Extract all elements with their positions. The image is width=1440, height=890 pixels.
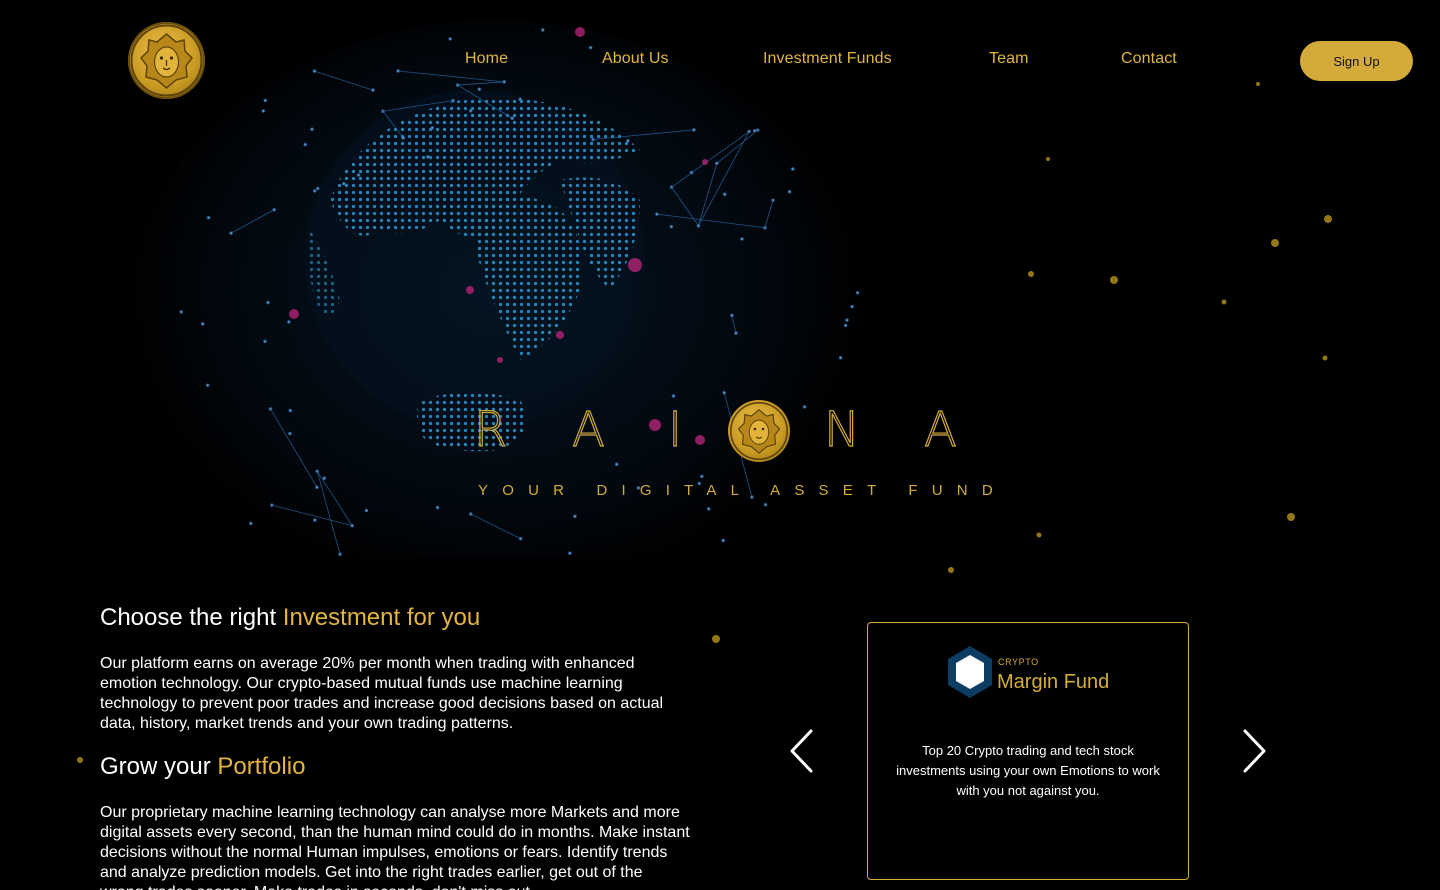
- fund-title: Margin Fund: [997, 671, 1110, 693]
- carousel-prev-button[interactable]: [787, 727, 817, 775]
- fund-description: Top 20 Crypto trading and tech stock inv…: [896, 743, 1160, 798]
- hero-tagline: YOUR DIGITAL ASSET FUND: [478, 482, 1007, 499]
- hexagon-icon: [948, 646, 992, 698]
- heading-plain: Grow your: [100, 753, 218, 780]
- section-body-portfolio: Our proprietary machine learning technol…: [100, 804, 690, 890]
- chevron-right-icon: [1243, 729, 1266, 773]
- hero-letter: N: [823, 401, 860, 458]
- lion-emblem-icon: [130, 24, 203, 97]
- nav-home[interactable]: Home: [465, 50, 508, 68]
- carousel-next-button[interactable]: [1239, 727, 1269, 775]
- hero-letter: R: [473, 401, 508, 458]
- landing-page: Home About Us Investment Funds Team Cont…: [0, 0, 1440, 890]
- section-heading-portfolio: Grow your Portfolio: [100, 753, 305, 781]
- section-heading-investment: Choose the right Investment for you: [100, 604, 480, 632]
- hero-letter: A: [923, 401, 957, 458]
- nav-contact[interactable]: Contact: [1121, 50, 1177, 68]
- hero-emblem: [728, 400, 790, 462]
- nav-team[interactable]: Team: [989, 50, 1029, 68]
- hero-wordmark: R A I N A: [470, 400, 970, 460]
- sign-up-button[interactable]: Sign Up: [1300, 41, 1413, 81]
- nav-about-us[interactable]: About Us: [602, 50, 669, 68]
- fund-card[interactable]: CRYPTO Margin Fund Top 20 Crypto trading…: [867, 622, 1189, 880]
- heading-accent: Investment for you: [282, 604, 481, 631]
- logo[interactable]: [128, 22, 205, 99]
- nav-investment-funds[interactable]: Investment Funds: [763, 50, 892, 68]
- fund-kicker: CRYPTO: [998, 657, 1039, 667]
- heading-accent: Portfolio: [217, 753, 306, 780]
- heading-plain: Choose the right: [100, 604, 283, 631]
- section-body-investment: Our platform earns on average 20% per mo…: [100, 655, 664, 732]
- chevron-left-icon: [790, 729, 813, 773]
- hero-letter: I: [667, 401, 683, 458]
- lion-emblem-icon: [730, 402, 788, 460]
- hero-letter: A: [571, 401, 605, 458]
